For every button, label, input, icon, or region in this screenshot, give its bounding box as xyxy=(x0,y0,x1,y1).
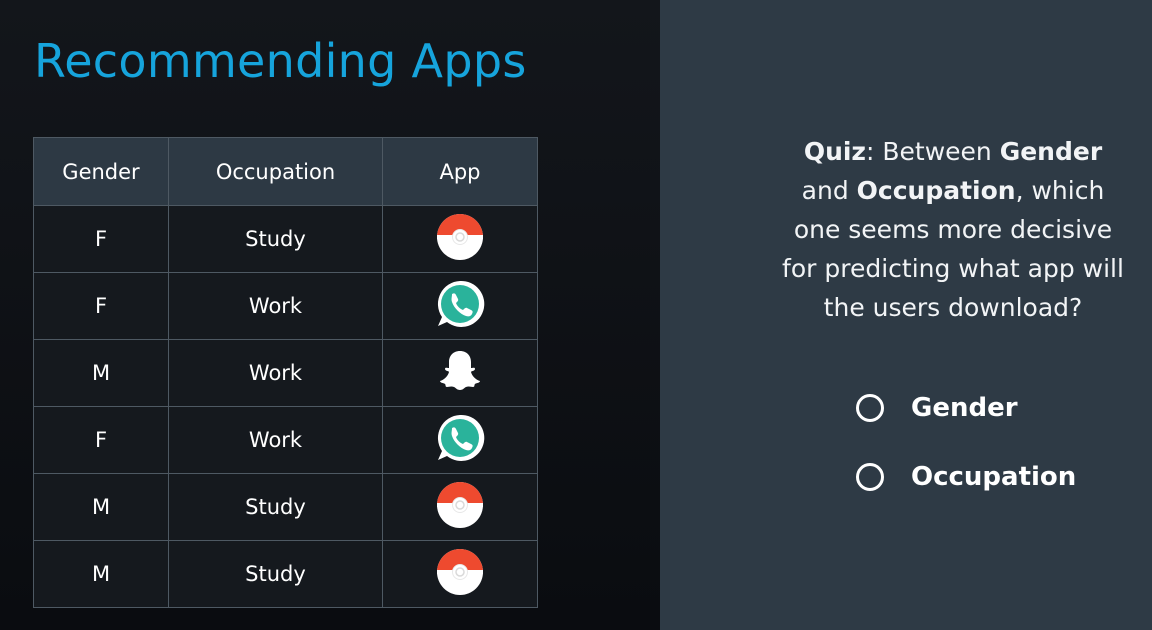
data-table: Gender Occupation App F Study F Work M Work F W… xyxy=(33,137,538,608)
table-row: M Study xyxy=(33,540,538,608)
cell-gender: F xyxy=(33,406,169,474)
quiz-bold-gender: Gender xyxy=(999,137,1103,166)
table-row: F Work xyxy=(33,272,538,340)
cell-gender: F xyxy=(33,205,169,273)
cell-occupation: Study xyxy=(168,540,383,608)
cell-app xyxy=(382,205,538,273)
whatsapp-icon xyxy=(435,413,485,468)
header-app: App xyxy=(382,137,538,206)
quiz-question: Quiz: Between Gender and Occupation, whi… xyxy=(778,132,1128,327)
cell-app xyxy=(382,540,538,608)
cell-app xyxy=(382,473,538,541)
pokeball-icon xyxy=(436,481,484,534)
quiz-text-1: : Between xyxy=(865,137,1000,166)
cell-occupation: Study xyxy=(168,473,383,541)
cell-app xyxy=(382,339,538,407)
cell-gender: F xyxy=(33,272,169,340)
header-occupation: Occupation xyxy=(168,137,383,206)
radio-gender[interactable] xyxy=(856,394,884,422)
pokeball-icon xyxy=(436,548,484,601)
cell-gender: M xyxy=(33,540,169,608)
option-occupation-label: Occupation xyxy=(911,462,1077,492)
option-occupation[interactable]: Occupation xyxy=(856,462,1076,492)
quiz-label: Quiz xyxy=(803,137,866,166)
pokeball-icon xyxy=(436,213,484,266)
cell-occupation: Study xyxy=(168,205,383,273)
table-row: F Work xyxy=(33,406,538,474)
cell-app xyxy=(382,406,538,474)
table-row: M Study xyxy=(33,473,538,541)
cell-occupation: Work xyxy=(168,339,383,407)
quiz-text-2: and xyxy=(801,176,857,205)
radio-occupation[interactable] xyxy=(856,463,884,491)
cell-app xyxy=(382,272,538,340)
table-header-row: Gender Occupation App xyxy=(33,137,538,206)
cell-gender: M xyxy=(33,339,169,407)
whatsapp-icon xyxy=(435,279,485,334)
option-gender-label: Gender xyxy=(911,393,1018,423)
snapchat-icon xyxy=(436,347,484,400)
table-row: M Work xyxy=(33,339,538,407)
table-row: F Study xyxy=(33,205,538,273)
cell-occupation: Work xyxy=(168,272,383,340)
slide-title: Recommending Apps xyxy=(34,34,527,88)
cell-occupation: Work xyxy=(168,406,383,474)
quiz-bold-occupation: Occupation xyxy=(856,176,1016,205)
cell-gender: M xyxy=(33,473,169,541)
option-gender[interactable]: Gender xyxy=(856,393,1018,423)
header-gender: Gender xyxy=(33,137,169,206)
